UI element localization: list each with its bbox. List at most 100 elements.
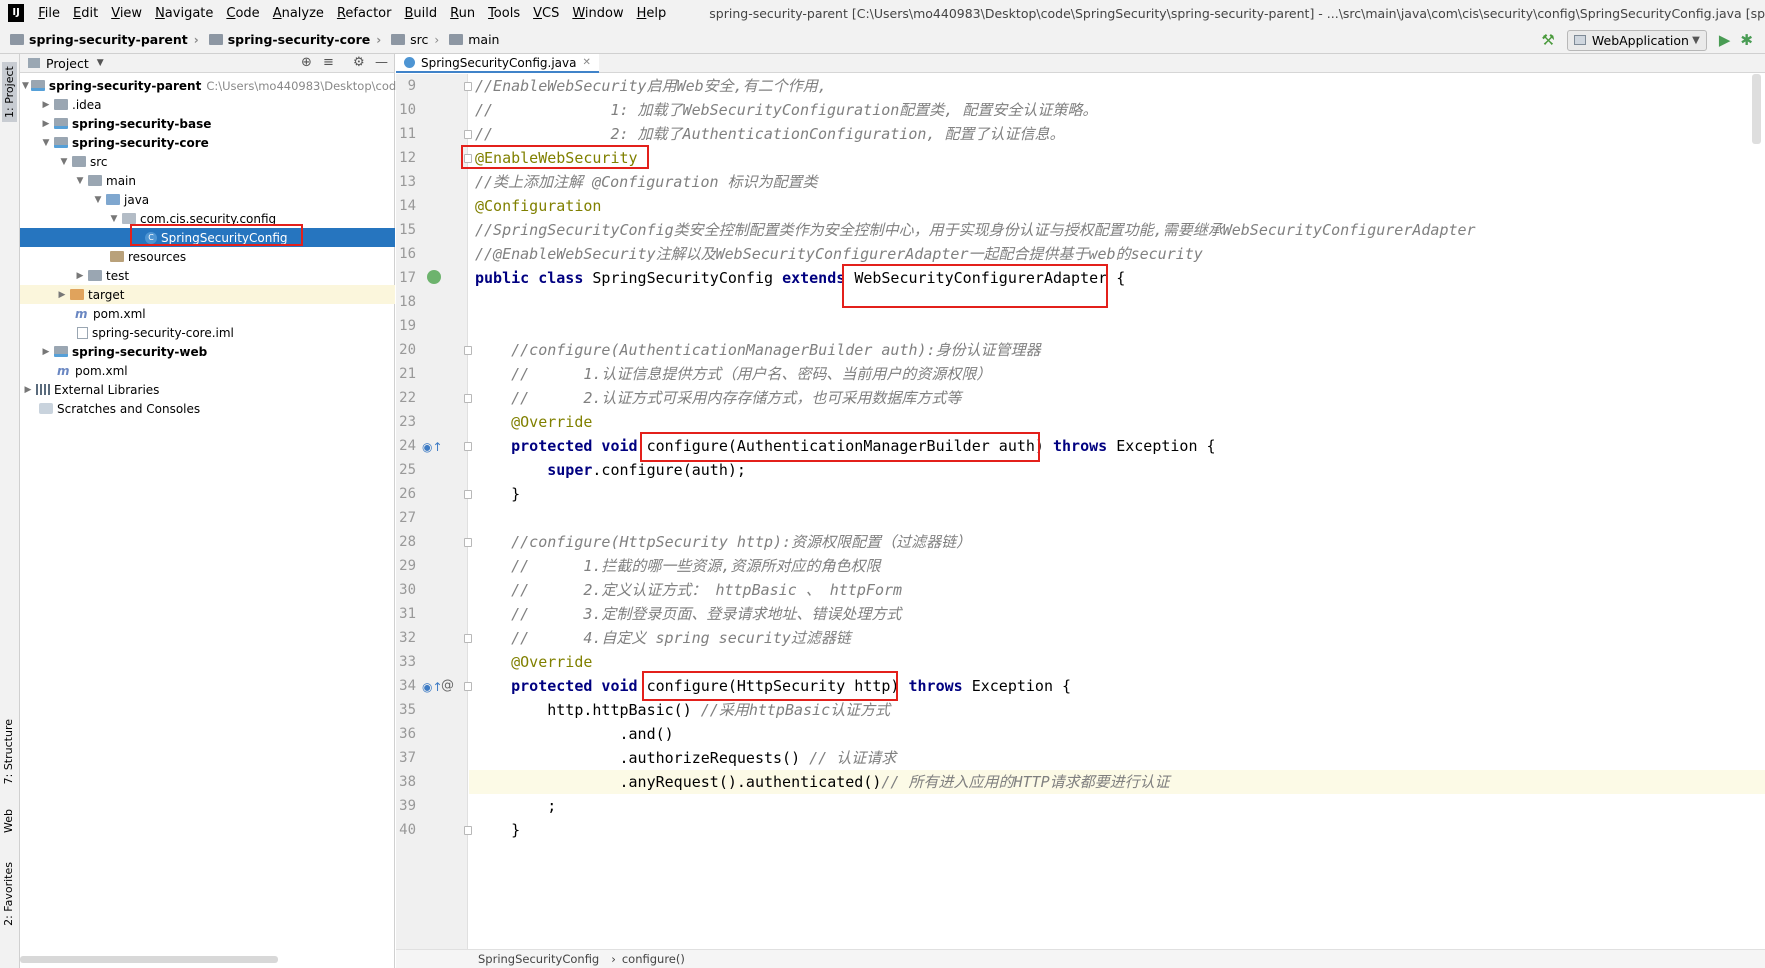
tree-item-spring-security-web[interactable]: ▶ spring-security-web: [20, 342, 395, 361]
tree-item-target[interactable]: ▶ target: [20, 285, 395, 304]
chevron-down-icon[interactable]: ▼: [58, 157, 70, 167]
chevron-down-icon[interactable]: ▼: [22, 81, 29, 91]
fold-marker[interactable]: [464, 346, 472, 355]
menu-file[interactable]: File: [38, 6, 60, 21]
chevron-right-icon[interactable]: ▶: [22, 385, 34, 395]
line-number: 19: [399, 318, 416, 334]
fold-marker[interactable]: [464, 634, 472, 643]
tree-item-spring-security-parent[interactable]: ▼ spring-security-parent C:\Users\mo4409…: [20, 76, 437, 95]
chevron-down-icon[interactable]: ▼: [108, 214, 120, 224]
breadcrumb-label: src: [410, 32, 429, 47]
menu-run[interactable]: Run: [450, 6, 475, 21]
fold-marker[interactable]: [464, 82, 472, 91]
vertical-scrollbar[interactable]: [1752, 74, 1761, 144]
tree-item-idea[interactable]: ▶ .idea: [20, 95, 395, 114]
menu-edit[interactable]: Edit: [73, 6, 98, 21]
collapse-all-icon[interactable]: ≡: [323, 55, 334, 70]
code-token: .configure(auth);: [592, 461, 746, 479]
fold-marker[interactable]: [464, 442, 472, 451]
code-token: .anyRequest().authenticated(): [475, 773, 882, 791]
breadcrumb-src[interactable]: src ›: [381, 32, 439, 47]
code-line: super.configure(auth);: [475, 458, 746, 482]
chevron-right-icon[interactable]: ▶: [74, 271, 86, 281]
tree-item-label: spring-security-parent: [48, 78, 202, 93]
line-number: 20: [399, 342, 416, 358]
navigation-bar: spring-security-parent › spring-security-…: [0, 26, 1765, 54]
tree-item-springsecurityconfig[interactable]: C SpringSecurityConfig: [20, 228, 395, 247]
fold-marker[interactable]: [464, 538, 472, 547]
project-view-select[interactable]: Project: [46, 56, 89, 71]
chevron-right-icon[interactable]: ▶: [40, 119, 52, 129]
menu-vcs[interactable]: VCS: [533, 6, 559, 21]
tool-tab-favorites[interactable]: 2: Favorites: [2, 862, 15, 926]
fold-marker[interactable]: [464, 826, 472, 835]
tree-item-external-libraries[interactable]: ▶ External Libraries: [20, 380, 395, 399]
spring-bean-icon[interactable]: [427, 270, 441, 284]
tree-item-java[interactable]: ▼ java: [20, 190, 395, 209]
module-file-icon: [77, 326, 88, 339]
run-icon[interactable]: ▶: [1719, 31, 1731, 49]
override-icon[interactable]: ◉↑: [422, 680, 443, 694]
breadcrumb-class[interactable]: SpringSecurityConfig: [478, 952, 599, 966]
tree-item-test[interactable]: ▶ test: [20, 266, 395, 285]
tree-item-label: spring-security-web: [72, 344, 208, 359]
line-number: 11: [399, 126, 416, 142]
chevron-down-icon[interactable]: ▼: [40, 138, 52, 148]
menu-navigate[interactable]: Navigate: [155, 6, 213, 21]
fold-marker[interactable]: [464, 682, 472, 691]
tree-item-parent-pom[interactable]: m pom.xml: [20, 361, 395, 380]
override-icon[interactable]: ◉↑: [422, 440, 443, 454]
menu-help[interactable]: Help: [637, 6, 667, 21]
code-token: // 2: 加载了AuthenticationConfiguration, 配置…: [475, 125, 1065, 143]
line-number: 36: [399, 726, 416, 742]
tree-item-src[interactable]: ▼ src: [20, 152, 395, 171]
menu-tools[interactable]: Tools: [488, 6, 520, 21]
tool-tab-project[interactable]: 1: Project: [2, 62, 17, 122]
run-configuration-select[interactable]: WebApplication ▼: [1566, 29, 1707, 51]
breadcrumb-parent[interactable]: spring-security-parent ›: [0, 32, 199, 47]
fold-marker[interactable]: [464, 130, 472, 139]
menu-window[interactable]: Window: [572, 6, 623, 21]
tool-tab-structure[interactable]: 7: Structure: [2, 719, 15, 784]
close-icon[interactable]: ✕: [582, 57, 590, 68]
tree-item-label: .idea: [72, 97, 102, 112]
gear-icon[interactable]: ⚙: [353, 55, 365, 70]
breadcrumb-core[interactable]: spring-security-core ›: [199, 32, 381, 47]
chevron-down-icon[interactable]: ▼: [97, 58, 104, 68]
project-tool-window: Project ▼ ⊕ ≡ ⚙ — ▼ spring-security-pare…: [20, 54, 437, 968]
hide-panel-icon[interactable]: —: [375, 55, 388, 70]
tree-item-spring-security-base[interactable]: ▶ spring-security-base: [20, 114, 395, 133]
code-editor[interactable]: //EnableWebSecurity启用Web安全,有二个作用, // 1: 加…: [469, 74, 1765, 949]
fold-marker[interactable]: [464, 154, 472, 163]
chevron-right-icon[interactable]: ▶: [40, 100, 52, 110]
breadcrumb-method[interactable]: configure(): [622, 952, 685, 966]
menu-build[interactable]: Build: [404, 6, 437, 21]
chevron-right-icon[interactable]: ▶: [56, 290, 68, 300]
tool-tab-web[interactable]: Web: [2, 809, 15, 833]
debug-bug-icon[interactable]: ✱: [1740, 31, 1753, 49]
tree-item-package[interactable]: ▼ com.cis.security.config: [20, 209, 395, 228]
chevron-down-icon[interactable]: ▼: [74, 176, 86, 186]
tree-item-spring-security-core[interactable]: ▼ spring-security-core: [20, 133, 395, 152]
tab-springsecurityconfig[interactable]: SpringSecurityConfig.java ✕: [396, 54, 599, 73]
chevron-right-icon[interactable]: ▶: [40, 347, 52, 357]
tree-item-label: pom.xml: [75, 363, 128, 378]
code-token: WebSecurityConfigurerAdapter {: [854, 269, 1126, 287]
locate-target-icon[interactable]: ⊕: [301, 55, 312, 70]
build-hammer-icon[interactable]: ⚒: [1541, 31, 1554, 49]
fold-marker[interactable]: [464, 490, 472, 499]
breadcrumb-main[interactable]: main: [439, 32, 499, 47]
menu-analyze[interactable]: Analyze: [273, 6, 324, 21]
tree-item-resources[interactable]: resources: [20, 247, 395, 266]
tree-item-scratches[interactable]: Scratches and Consoles: [20, 399, 395, 418]
fold-marker[interactable]: [464, 394, 472, 403]
chevron-down-icon[interactable]: ▼: [92, 195, 104, 205]
menu-view[interactable]: View: [111, 6, 142, 21]
request-mapping-icon[interactable]: @: [441, 678, 454, 693]
tree-item-core-pom[interactable]: m pom.xml: [20, 304, 395, 323]
horizontal-scrollbar[interactable]: [20, 956, 278, 963]
menu-code[interactable]: Code: [226, 6, 259, 21]
tree-item-main[interactable]: ▼ main: [20, 171, 395, 190]
tree-item-core-iml[interactable]: spring-security-core.iml: [20, 323, 395, 342]
menu-refactor[interactable]: Refactor: [337, 6, 392, 21]
